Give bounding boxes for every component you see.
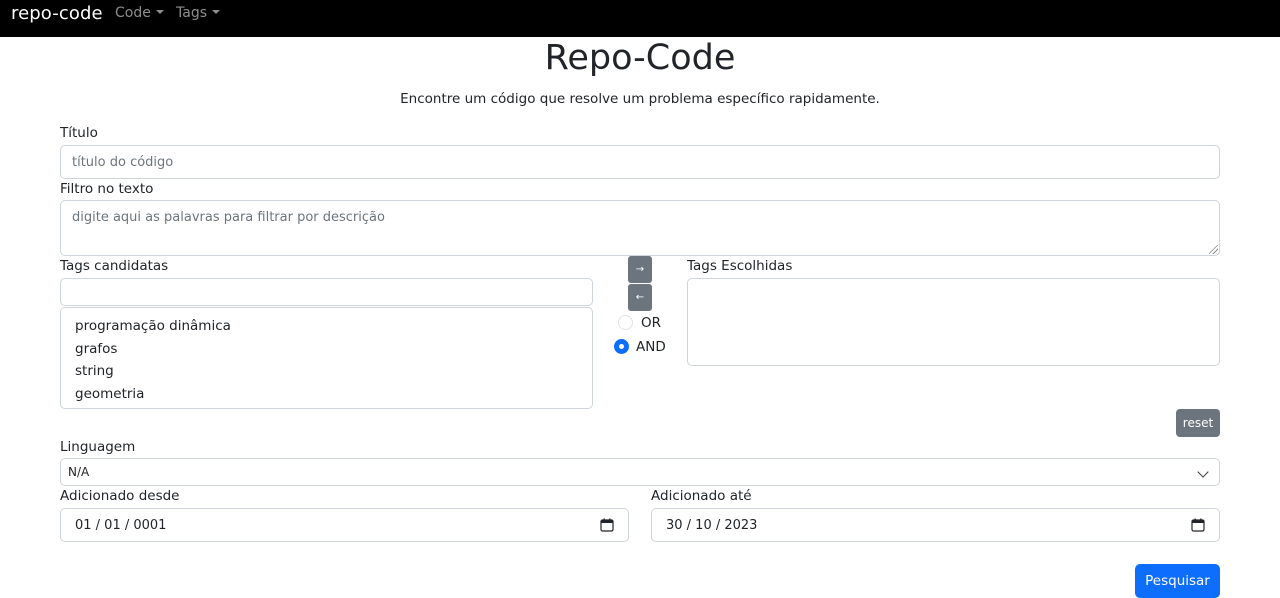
navbar-brand[interactable]: repo-code [11, 3, 103, 24]
radio-or[interactable] [618, 315, 633, 330]
reset-button[interactable]: reset [1176, 409, 1220, 437]
page-title: Repo-Code [544, 38, 736, 78]
list-item[interactable]: programação dinâmica [61, 315, 592, 338]
radio-and-label: AND [636, 339, 666, 355]
calendar-icon[interactable] [600, 518, 614, 532]
nav-menu-code-label: Code [115, 5, 151, 21]
filtro-wrapper [60, 200, 1220, 256]
titulo-label: Título [60, 125, 98, 141]
tags-candidatas-label: Tags candidatas [60, 258, 169, 274]
linguagem-label: Linguagem [60, 439, 136, 455]
nav-menu-tags[interactable]: Tags [176, 5, 220, 21]
titulo-input[interactable] [60, 145, 1220, 179]
filtro-label: Filtro no texto [60, 181, 154, 197]
linguagem-select[interactable]: N/A [60, 458, 1220, 486]
navbar: repo-code Code Tags [0, 0, 1280, 37]
caret-down-icon [155, 10, 164, 14]
pesquisar-button[interactable]: Pesquisar [1135, 564, 1220, 598]
caret-down-icon [212, 10, 220, 14]
tags-candidatas-filter-input[interactable] [60, 278, 593, 306]
list-item[interactable]: string [61, 360, 592, 383]
arrow-left-icon: ← [635, 292, 645, 303]
list-item[interactable]: grafos [61, 338, 592, 361]
tags-candidatas-list[interactable]: programação dinâmica grafos string geome… [60, 307, 593, 409]
desde-date-input[interactable]: 01 / 01 / 0001 [60, 508, 629, 542]
radio-or-label: OR [641, 315, 662, 331]
nav-menu-tags-label: Tags [176, 5, 207, 21]
nav-menu-code[interactable]: Code [115, 5, 164, 21]
ate-date-input[interactable]: 30 / 10 / 2023 [651, 508, 1220, 542]
linguagem-selected: N/A [68, 465, 90, 479]
ate-label: Adicionado até [651, 488, 752, 504]
chevron-down-icon [1197, 466, 1209, 478]
ate-value: 30 / 10 / 2023 [666, 517, 758, 533]
filtro-textarea[interactable] [60, 200, 1220, 256]
calendar-icon[interactable] [1191, 518, 1205, 532]
desde-value: 01 / 01 / 0001 [75, 517, 167, 533]
page-subtitle: Encontre um código que resolve um proble… [400, 91, 880, 107]
add-tag-button[interactable]: → [628, 256, 652, 283]
desde-label: Adicionado desde [60, 488, 180, 504]
radio-and[interactable] [614, 339, 629, 354]
tags-escolhidas-list[interactable] [687, 278, 1220, 366]
resize-grip-icon[interactable] [1209, 245, 1218, 254]
arrow-right-icon: → [635, 264, 645, 275]
remove-tag-button[interactable]: ← [628, 284, 652, 311]
tags-escolhidas-label: Tags Escolhidas [687, 258, 793, 274]
list-item[interactable]: geometria [61, 383, 592, 406]
